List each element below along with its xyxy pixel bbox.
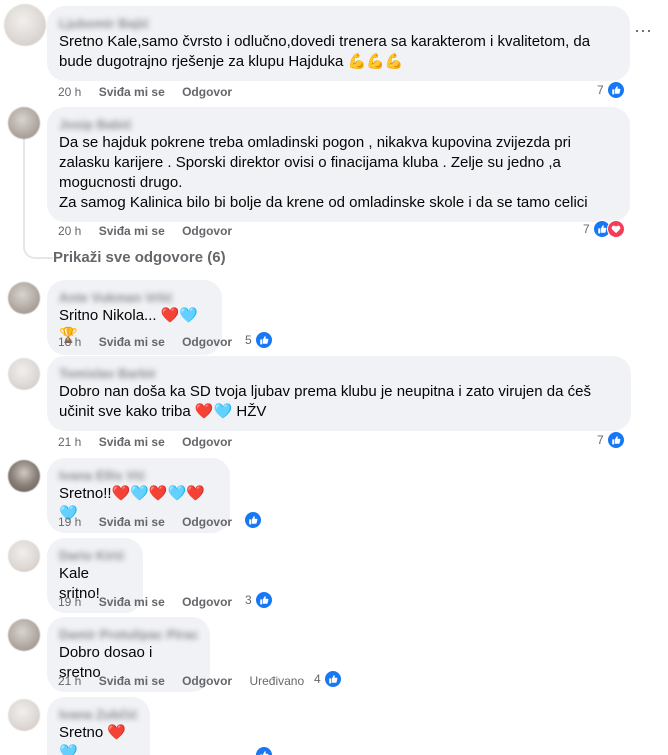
reaction-number: 7 bbox=[597, 433, 604, 447]
avatar[interactable] bbox=[4, 4, 46, 46]
like-icon bbox=[323, 670, 342, 688]
avatar[interactable] bbox=[8, 540, 40, 572]
comment-text: Da se hajduk pokrene treba omladinski po… bbox=[59, 134, 588, 211]
more-options-icon[interactable]: ⋯ bbox=[634, 22, 653, 40]
like-button[interactable]: Sviđa mi se bbox=[99, 335, 165, 349]
like-icon bbox=[254, 331, 273, 349]
reply-button[interactable]: Odgovor bbox=[182, 515, 232, 529]
reply-button[interactable]: Odgovor bbox=[182, 674, 232, 688]
comment-actions: 19 h Sviđa mi se Odgovor bbox=[58, 594, 246, 610]
reply-button[interactable]: Odgovor bbox=[182, 335, 232, 349]
reaction-number: 7 bbox=[597, 83, 604, 97]
comment-bubble: Ljubomir Bajić Sretno Kale,samo čvrsto i… bbox=[47, 6, 630, 81]
comment-author[interactable]: Damir Protulipac Pirac bbox=[59, 625, 198, 641]
reaction-count[interactable]: 7 bbox=[597, 430, 625, 450]
comment-actions: 19 h Sviđa mi se Odgovor bbox=[58, 514, 246, 530]
avatar[interactable] bbox=[8, 358, 40, 390]
edited-label[interactable]: Uređivano bbox=[249, 674, 304, 688]
reply-button[interactable]: Odgovor bbox=[182, 224, 232, 238]
comment-actions: 21 h Sviđa mi se Odgovor bbox=[58, 434, 246, 450]
comment-time[interactable]: 21 h bbox=[58, 435, 81, 449]
like-button[interactable]: Sviđa mi se bbox=[99, 85, 165, 99]
avatar[interactable] bbox=[8, 460, 40, 492]
like-button[interactable]: Sviđa mi se bbox=[99, 674, 165, 688]
reply-button[interactable]: Odgovor bbox=[182, 85, 232, 99]
comment-time[interactable]: 19 h bbox=[58, 595, 81, 609]
comment-actions: 18 h Sviđa mi se Odgovor bbox=[58, 334, 246, 350]
comment-author[interactable]: Ljubomir Bajić bbox=[59, 14, 618, 30]
comment-time[interactable]: 18 h bbox=[58, 335, 81, 349]
reaction-count[interactable]: 7 bbox=[597, 80, 625, 100]
reaction-count[interactable]: 3 bbox=[245, 590, 273, 610]
comment-time[interactable]: 19 h bbox=[58, 515, 81, 529]
comment-bubble: Tomislav Barbir Dobro nan doša ka SD tvo… bbox=[47, 356, 631, 431]
like-button[interactable]: Sviđa mi se bbox=[99, 595, 165, 609]
comment-time[interactable]: 20 h bbox=[58, 224, 81, 238]
comment-time[interactable]: 20 h bbox=[58, 85, 81, 99]
like-icon bbox=[606, 431, 625, 449]
comment-time[interactable]: 21 h bbox=[58, 674, 81, 688]
show-all-replies-link[interactable]: Prikaži sve odgovore (6) bbox=[53, 249, 226, 266]
comment-actions: 21 h Sviđa mi se Odgovor Uređivano bbox=[58, 673, 318, 689]
like-button[interactable]: Sviđa mi se bbox=[99, 435, 165, 449]
comment-author[interactable]: Ivana Ellis Vić bbox=[59, 466, 218, 482]
comment-text: Dobro nan doša ka SD tvoja ljubav prema … bbox=[59, 383, 596, 420]
like-icon bbox=[255, 746, 273, 755]
like-button[interactable]: Sviđa mi se bbox=[99, 224, 165, 238]
reaction-number: 4 bbox=[314, 672, 321, 686]
comment-author[interactable]: Tomislav Barbir bbox=[59, 364, 619, 380]
reaction-count[interactable] bbox=[255, 745, 273, 755]
heart-icon bbox=[606, 220, 625, 238]
comment-author[interactable]: Ivana Zubčić bbox=[59, 705, 138, 721]
avatar[interactable] bbox=[8, 699, 40, 731]
like-button[interactable]: Sviđa mi se bbox=[99, 515, 165, 529]
reaction-number: 5 bbox=[245, 333, 252, 347]
comment-bubble: Josip Babić Da se hajduk pokrene treba o… bbox=[47, 107, 630, 222]
comment-author[interactable]: Josip Babić bbox=[59, 115, 618, 131]
reaction-count[interactable]: 7 bbox=[583, 219, 625, 239]
reaction-count[interactable]: 4 bbox=[314, 669, 342, 689]
comment-text: Sretno ❤️🩵 bbox=[59, 724, 127, 755]
like-icon bbox=[254, 591, 273, 609]
reply-button[interactable]: Odgovor bbox=[182, 435, 232, 449]
avatar[interactable] bbox=[8, 107, 40, 139]
reply-button[interactable]: Odgovor bbox=[182, 595, 232, 609]
comment-author[interactable]: Ante Vukman Vrlić bbox=[59, 288, 210, 304]
avatar[interactable] bbox=[8, 282, 40, 314]
comment-bubble: Ivana Zubčić Sretno ❤️🩵 bbox=[47, 697, 150, 755]
reaction-count[interactable]: 5 bbox=[245, 330, 273, 350]
like-icon bbox=[606, 81, 625, 99]
comment-actions: 20 h Sviđa mi se Odgovor bbox=[58, 223, 246, 239]
comment-author[interactable]: Dario Kirić bbox=[59, 546, 131, 562]
like-icon bbox=[244, 511, 262, 529]
comment-text: Sretno Kale,samo čvrsto i odlučno,dovedi… bbox=[59, 33, 595, 70]
avatar[interactable] bbox=[8, 619, 40, 651]
reaction-count[interactable] bbox=[244, 510, 262, 530]
reaction-number: 3 bbox=[245, 593, 252, 607]
reaction-number: 7 bbox=[583, 222, 590, 236]
comment-actions: 20 h Sviđa mi se Odgovor bbox=[58, 84, 246, 100]
